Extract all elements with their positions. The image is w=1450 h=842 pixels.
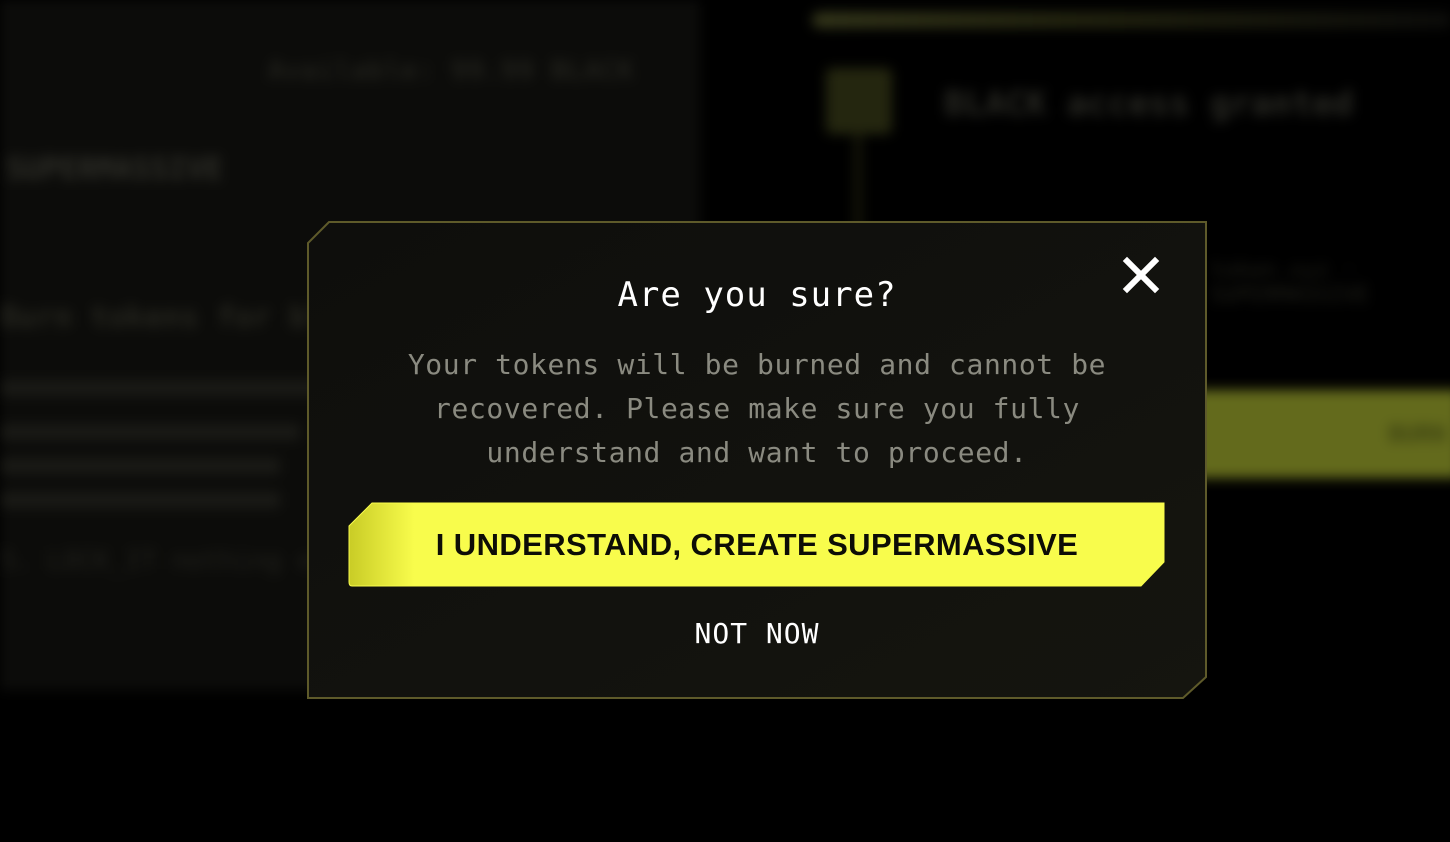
background-step2-label: token.xyz · SUPERMASSIVE	[1210, 258, 1369, 308]
background-progress-bar	[812, 12, 1450, 28]
confirm-burn-dialog: Are you sure? Your tokens will be burned…	[307, 221, 1207, 699]
background-text-line	[0, 458, 280, 474]
background-text-line	[0, 380, 320, 396]
background-text-line	[0, 492, 280, 508]
dialog-message: Your tokens will be burned and cannot be…	[407, 348, 1107, 469]
background-step-connector	[855, 134, 861, 234]
background-step-label: BLACK access granted	[944, 84, 1354, 124]
background-balance: Available: 99.99 BLACK	[268, 56, 635, 86]
background-burn-button-label: BURN	[1388, 420, 1446, 448]
background-title: SUPERMASSIVE	[6, 152, 223, 187]
not-now-button[interactable]: NOT NOW	[657, 617, 857, 650]
confirm-create-supermassive-button[interactable]: I UNDERSTAND, CREATE SUPERMASSIVE	[348, 502, 1166, 587]
dialog-title: Are you sure?	[617, 275, 897, 315]
background-step-icon	[826, 68, 892, 134]
background-burn-button: BURN	[1170, 390, 1450, 478]
background-text-line	[0, 424, 300, 440]
confirm-button-label: I UNDERSTAND, CREATE SUPERMASSIVE	[435, 526, 1079, 562]
